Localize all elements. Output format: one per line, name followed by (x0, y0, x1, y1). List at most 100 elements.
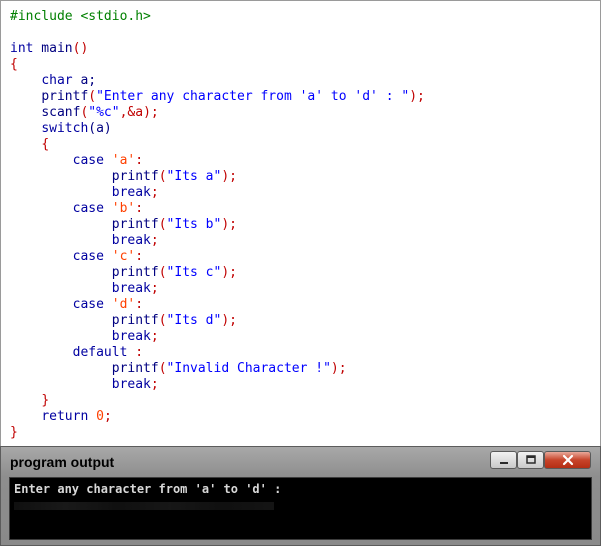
program-output-window: program output Enter any character from … (0, 446, 601, 546)
close-icon (562, 454, 573, 466)
code-token: : (135, 201, 144, 216)
code-token: scanf (41, 105, 81, 120)
code-line: printf("Its b"); (10, 217, 237, 233)
code-token: ; (150, 377, 159, 392)
code-line: printf("Its c"); (10, 265, 237, 281)
code-token: ( (158, 361, 167, 376)
code-token: : (127, 345, 144, 360)
code-line: return 0; (10, 409, 112, 425)
console-faded-line (14, 502, 274, 510)
code-token: ( (158, 169, 167, 184)
code-token: : (135, 249, 144, 264)
code-token: () (72, 41, 89, 56)
code-token: printf (111, 361, 159, 376)
code-token: switch (41, 121, 89, 136)
code-token: case (72, 153, 104, 168)
code-token: break (111, 233, 151, 248)
code-line: break; (10, 377, 159, 393)
code-token: ( (158, 313, 167, 328)
close-button[interactable] (544, 451, 591, 469)
code-token: ); (409, 89, 425, 104)
code-line: break; (10, 281, 159, 297)
console-output[interactable]: Enter any character from 'a' to 'd' : (9, 477, 592, 540)
code-token: ; (150, 329, 159, 344)
code-token: ( (158, 265, 167, 280)
code-token: break (111, 377, 151, 392)
code-token: ,&a); (119, 105, 159, 120)
code-token: : (135, 153, 144, 168)
code-token: break (111, 329, 151, 344)
code-token: "%c" (88, 105, 120, 120)
code-token: "Its a" (166, 169, 222, 184)
code-line: case 'c': (10, 249, 143, 265)
code-line: printf("Invalid Character !"); (10, 361, 347, 377)
code-token: return (41, 409, 89, 424)
code-token: { (10, 57, 18, 72)
code-line: break; (10, 185, 159, 201)
code-line: printf("Its a"); (10, 169, 237, 185)
code-token: a; (72, 73, 97, 88)
code-line: { (10, 57, 18, 73)
code-token: ); (330, 361, 347, 376)
code-token: : (135, 297, 144, 312)
code-editor[interactable]: #include <stdio.h> int main(){ char a; pr… (0, 0, 601, 447)
code-token: case (72, 297, 104, 312)
code-token: default (72, 345, 128, 360)
code-token: "Its b" (166, 217, 222, 232)
code-token: "Its c" (166, 265, 222, 280)
code-token: 'c' (103, 249, 136, 264)
console-output-line: Enter any character from 'a' to 'd' : (14, 482, 282, 496)
code-token: ); (221, 169, 237, 184)
code-token: } (10, 425, 18, 440)
code-token: main (33, 41, 73, 56)
maximize-button[interactable] (517, 451, 544, 469)
code-token: ); (221, 313, 237, 328)
code-token: "Enter any character from 'a' to 'd' : " (96, 89, 410, 104)
code-token: (a) (88, 121, 112, 136)
code-token: 'a' (103, 153, 136, 168)
code-line: int main() (10, 41, 88, 57)
code-token: char (41, 73, 73, 88)
code-token: case (72, 249, 104, 264)
code-token: ; (103, 409, 112, 424)
code-line: } (10, 393, 49, 409)
code-token: break (111, 281, 151, 296)
code-line: printf("Its d"); (10, 313, 237, 329)
maximize-icon (525, 455, 536, 464)
minimize-icon (499, 462, 508, 464)
code-line: printf("Enter any character from 'a' to … (10, 89, 425, 105)
code-token: ; (150, 233, 159, 248)
code-token: ( (88, 89, 97, 104)
code-token: 'd' (103, 297, 136, 312)
code-token: ); (221, 265, 237, 280)
code-line: scanf("%c",&a); (10, 105, 159, 121)
code-line: break; (10, 233, 159, 249)
code-token: printf (111, 169, 159, 184)
code-line: #include <stdio.h> (10, 9, 151, 25)
code-token: ( (158, 217, 167, 232)
code-line: char a; (10, 73, 96, 89)
code-token: 0 (88, 409, 104, 424)
code-token: case (72, 201, 104, 216)
code-line: case 'b': (10, 201, 143, 217)
code-token: printf (111, 217, 159, 232)
code-token: } (41, 393, 50, 408)
code-token: "Invalid Character !" (166, 361, 331, 376)
code-token: break (111, 185, 151, 200)
minimize-button[interactable] (490, 451, 517, 469)
